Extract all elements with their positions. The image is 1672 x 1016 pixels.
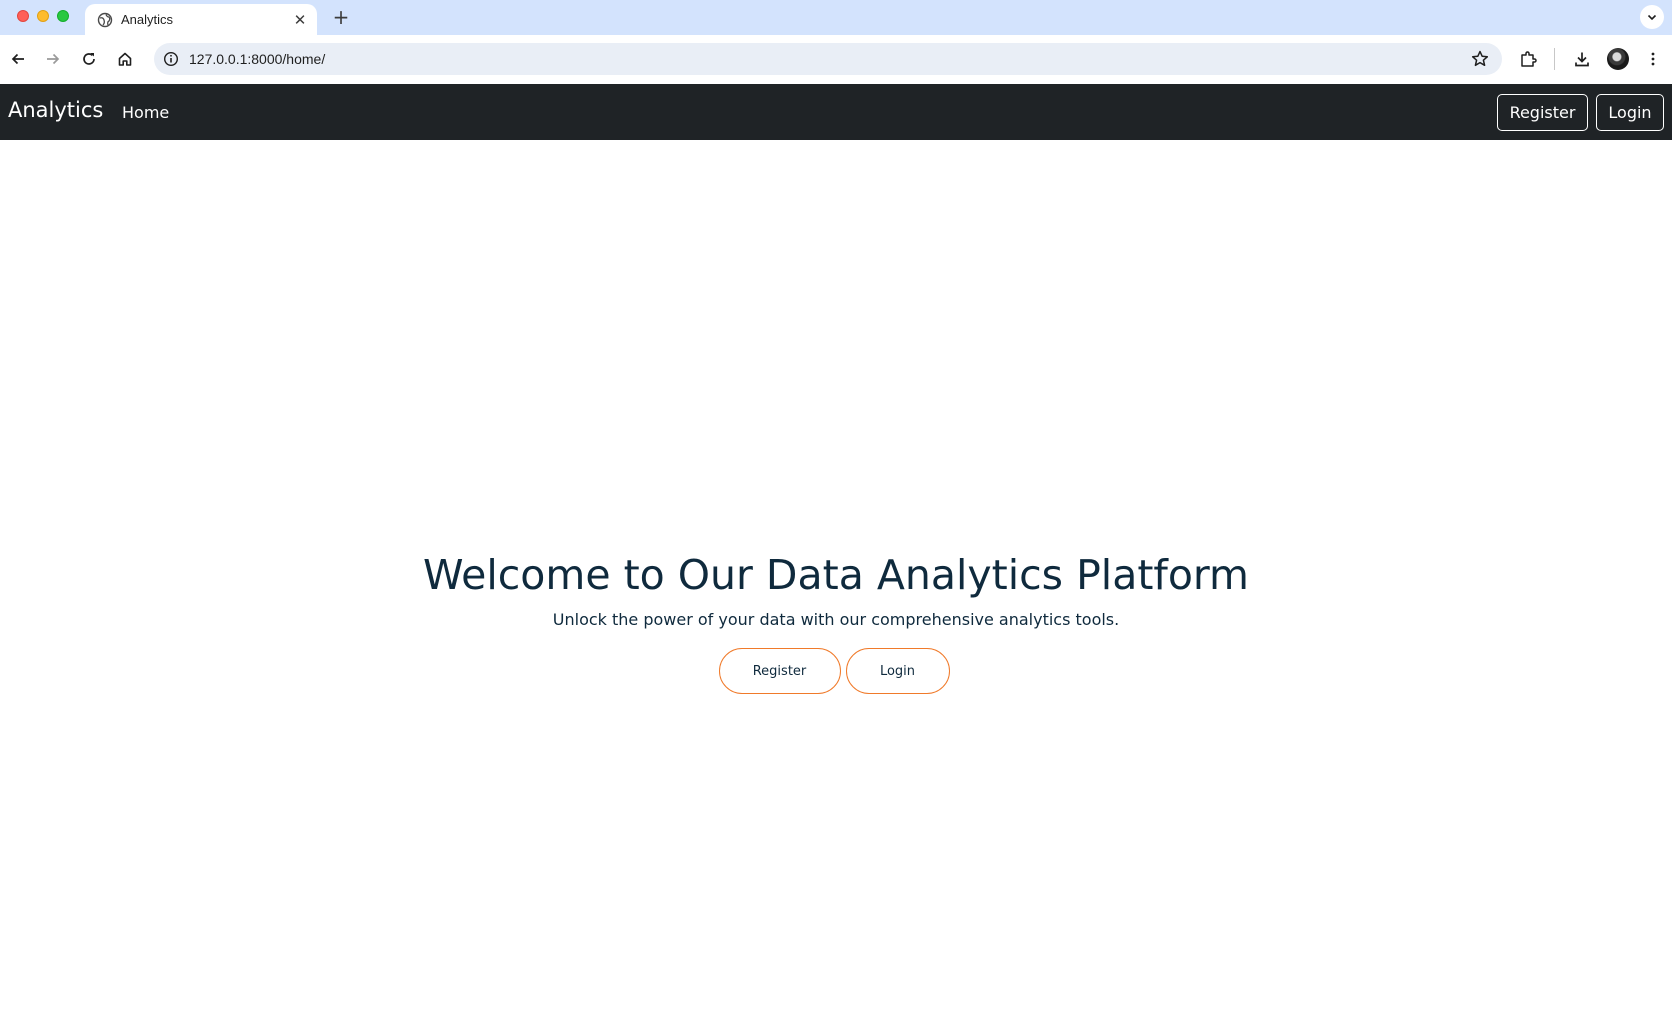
reload-icon[interactable]	[77, 47, 101, 71]
navbar-login-button[interactable]: Login	[1596, 94, 1664, 131]
globe-icon	[97, 12, 113, 28]
forward-arrow-icon[interactable]	[41, 47, 65, 71]
home-icon[interactable]	[113, 47, 137, 71]
hero-title: Welcome to Our Data Analytics Platform	[423, 551, 1249, 599]
window-close-button[interactable]	[17, 10, 29, 22]
site-navbar: Analytics Home Register Login	[0, 84, 1672, 140]
navbar-brand[interactable]: Analytics	[8, 98, 103, 122]
window-zoom-button[interactable]	[57, 10, 69, 22]
info-icon[interactable]	[163, 51, 179, 67]
close-icon[interactable]: ✕	[291, 11, 309, 29]
star-icon[interactable]	[1470, 49, 1490, 69]
plus-icon[interactable]: +	[330, 5, 352, 29]
window-minimize-button[interactable]	[37, 10, 49, 22]
more-vert-icon[interactable]	[1641, 47, 1665, 71]
browser-toolbar: 127.0.0.1:8000/home/	[0, 35, 1672, 83]
hero-section: Welcome to Our Data Analytics Platform U…	[0, 545, 1672, 631]
hero-register-button[interactable]: Register	[718, 648, 841, 694]
nav-link-home[interactable]: Home	[122, 103, 169, 122]
chevron-down-icon[interactable]	[1640, 5, 1664, 29]
back-arrow-icon[interactable]	[6, 47, 30, 71]
tab-title: Analytics	[121, 12, 174, 27]
navbar-register-button[interactable]: Register	[1497, 94, 1588, 131]
download-icon[interactable]	[1570, 47, 1594, 71]
browser-tab-active[interactable]: Analytics ✕	[85, 4, 317, 35]
extensions-icon[interactable]	[1516, 47, 1540, 71]
address-bar[interactable]: 127.0.0.1:8000/home/	[154, 43, 1502, 75]
toolbar-separator	[1554, 48, 1555, 70]
profile-avatar[interactable]	[1607, 48, 1629, 70]
hero-subtitle: Unlock the power of your data with our c…	[552, 610, 1120, 629]
address-bar-url: 127.0.0.1:8000/home/	[189, 51, 326, 67]
hero-login-button[interactable]: Login	[845, 648, 950, 694]
hero-button-group: Register Login	[0, 648, 1672, 694]
browser-tabstrip: Analytics ✕ +	[0, 0, 1672, 35]
